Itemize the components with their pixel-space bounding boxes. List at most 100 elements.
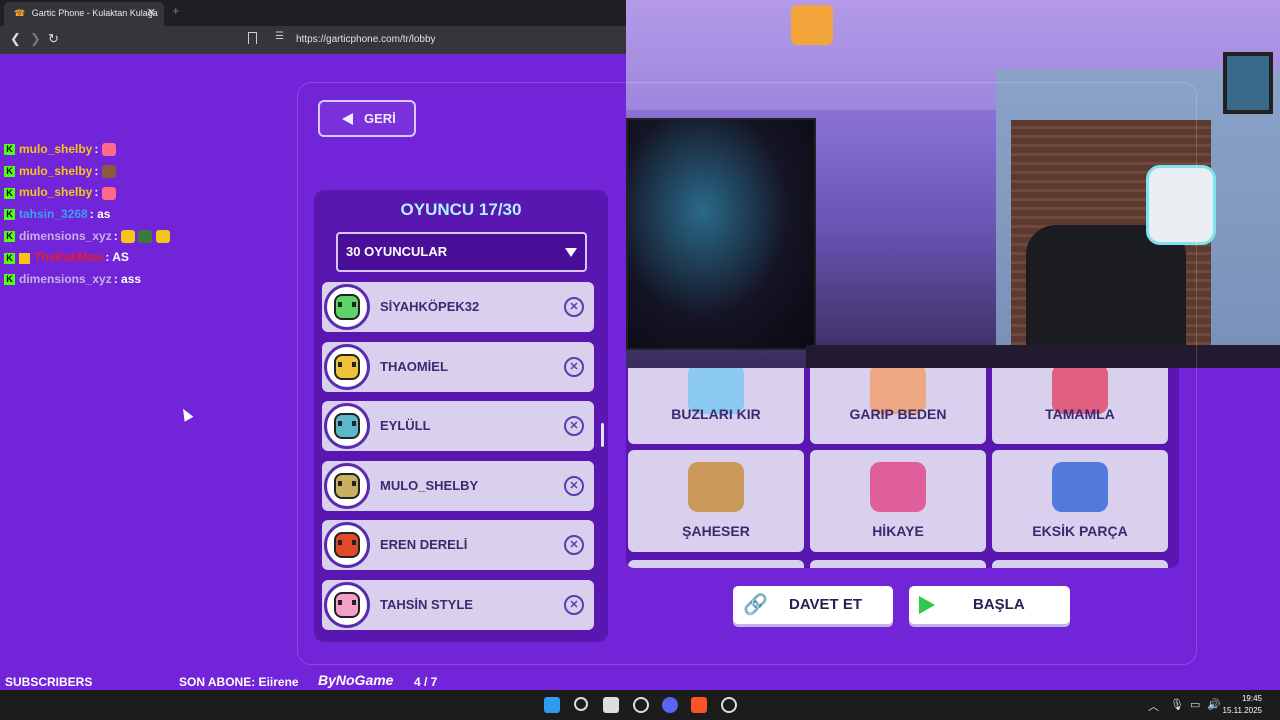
kick-badge-icon: K	[4, 209, 15, 221]
play-icon	[919, 596, 935, 614]
finger-emote-icon	[155, 230, 170, 244]
chat-username: dimensions_xyz	[19, 272, 112, 287]
remove-player-icon[interactable]: ✕	[564, 356, 584, 377]
mode-card-saheser[interactable]: ŞAHESER	[628, 450, 804, 552]
avatar-eyes-icon	[338, 480, 356, 486]
masterpiece-icon	[688, 462, 744, 512]
player-avatar	[324, 343, 370, 390]
mode-label: GARIP BEDEN	[849, 406, 947, 422]
avatar-face-icon	[334, 472, 360, 499]
player-row: THAOMİEL ✕	[322, 341, 594, 392]
tank-emote-icon	[138, 230, 153, 244]
reload-icon[interactable]: ↻	[48, 31, 59, 47]
chatgpt-icon[interactable]	[633, 697, 649, 713]
display-icon[interactable]: ▭	[1190, 698, 1200, 711]
chat-text: AS	[112, 250, 129, 265]
bynogame-logo: ByNoGame	[318, 672, 394, 688]
player-name: EYLÜLL	[380, 418, 431, 433]
browser-tab[interactable]: ☎ Gartic Phone - Kulaktan Kulağa ✕	[4, 2, 164, 26]
chat-separator: :	[94, 185, 99, 200]
players-limit-value: 30 OYUNCULAR	[346, 244, 448, 259]
new-tab-icon[interactable]: +	[172, 3, 180, 18]
mode-card-buzlari-kir[interactable]: BUZLARI KIR	[628, 368, 804, 444]
tab-title: Gartic Phone - Kulaktan Kulağa	[31, 8, 158, 18]
chat-separator: :	[113, 228, 118, 243]
kick-badge-icon: K	[4, 187, 15, 199]
mode-card-partial[interactable]	[628, 560, 804, 568]
tray-chevron-icon[interactable]: ︿	[1148, 698, 1159, 714]
discord-icon[interactable]	[662, 697, 678, 713]
game-modes-panel: BUZLARI KIR GARIP BEDEN TAMAMLA ŞAHESER …	[626, 368, 1179, 568]
mode-label: BUZLARI KIR	[671, 406, 761, 422]
mode-card-partial[interactable]	[992, 560, 1168, 568]
bookmark-icon[interactable]	[248, 32, 257, 44]
windows-start-icon[interactable]	[544, 697, 560, 713]
mode-label: ŞAHESER	[682, 523, 750, 539]
start-button[interactable]: BAŞLA	[909, 586, 1070, 624]
player-row: SİYAHKÖPEK32 ✕	[322, 282, 594, 332]
back-triangle-icon	[342, 113, 353, 125]
clock-date: 15.11.2025	[1222, 706, 1262, 715]
task-view-icon[interactable]	[603, 697, 619, 713]
start-label: BAŞLA	[973, 596, 1025, 613]
player-row: TAHSİN STYLE ✕	[322, 579, 594, 630]
player-list: SİYAHKÖPEK32 ✕ THAOMİEL ✕ EYLÜLL ✕ MULO_…	[322, 282, 600, 638]
steam-icon[interactable]	[721, 697, 737, 713]
chat-text: as	[97, 207, 111, 222]
player-list-scrollbar[interactable]	[601, 423, 604, 447]
search-icon[interactable]	[574, 697, 588, 711]
back-button[interactable]: GERİ	[318, 100, 416, 137]
last-subscriber: SON ABONE: Eiirene	[179, 675, 299, 689]
avatar-face-icon	[334, 591, 360, 618]
players-limit-select[interactable]: 30 OYUNCULAR	[336, 232, 587, 272]
chat-separator: :	[113, 272, 118, 287]
heart-emote-icon	[101, 186, 116, 200]
url-field[interactable]: https://garticphone.com/tr/lobby	[296, 34, 436, 45]
link-chain-icon: 🔗	[743, 594, 768, 616]
mode-card-eksik-parca[interactable]: EKSİK PARÇA	[992, 450, 1168, 552]
chat-message: Kdimensions_xyz:	[4, 229, 294, 251]
story-icon	[870, 462, 926, 512]
remove-player-icon[interactable]: ✕	[564, 297, 584, 317]
invite-label: DAVET ET	[789, 596, 863, 613]
player-name: THAOMİEL	[380, 358, 448, 374]
chat-message: Kmulo_shelby:	[4, 164, 294, 186]
kick-badge-icon: K	[4, 166, 15, 178]
mode-card-garip-beden[interactable]: GARIP BEDEN	[810, 368, 986, 444]
remove-player-icon[interactable]: ✕	[564, 535, 584, 555]
address-bar: ❮ ❯ ↻ ☰ https://garticphone.com/tr/lobby	[0, 26, 626, 54]
avatar-face-icon	[334, 353, 360, 380]
mode-card-partial[interactable]	[810, 560, 986, 568]
webcam-lamp	[791, 5, 833, 45]
mode-card-tamamla[interactable]: TAMAMLA	[992, 368, 1168, 444]
volume-icon[interactable]: 🔊	[1207, 698, 1221, 711]
chat-text: ass	[121, 272, 142, 287]
kick-badge-icon: K	[4, 144, 15, 156]
invite-button[interactable]: 🔗 DAVET ET	[733, 586, 893, 624]
remove-player-icon[interactable]: ✕	[564, 475, 584, 496]
chat-separator: :	[94, 142, 99, 156]
chat-username: mulo_shelby	[19, 163, 93, 178]
taskbar-clock[interactable]: 19:45 15.11.2025	[1222, 693, 1262, 717]
avatar-eyes-icon	[338, 599, 356, 605]
site-info-icon[interactable]: ☰	[275, 31, 284, 42]
forward-arrow-icon[interactable]: ❯	[30, 31, 41, 47]
mode-card-hikaye[interactable]: HİKAYE	[810, 450, 986, 552]
tab-close-icon[interactable]: ✕	[147, 2, 156, 24]
players-count-title: OYUNCU 17/30	[400, 200, 522, 219]
microphone-icon[interactable]: 🎙	[1170, 698, 1184, 711]
browser-tab-bar: ☎ Gartic Phone - Kulaktan Kulağa ✕ +	[0, 0, 626, 26]
remove-player-icon[interactable]: ✕	[564, 416, 584, 436]
subscribers-label: SUBSCRIBERS	[5, 675, 93, 689]
brave-browser-icon[interactable]	[691, 697, 707, 713]
avatar-eyes-icon	[338, 302, 356, 307]
avatar-face-icon	[334, 532, 360, 558]
player-avatar	[324, 581, 370, 628]
players-panel: OYUNCU 17/30 30 OYUNCULAR SİYAHKÖPEK32 ✕…	[314, 190, 608, 642]
mode-label: HİKAYE	[872, 523, 924, 539]
back-arrow-icon[interactable]: ❮	[10, 31, 21, 47]
player-name: SİYAHKÖPEK32	[380, 299, 480, 314]
remove-player-icon[interactable]: ✕	[564, 594, 584, 615]
stream-footer: SUBSCRIBERS SON ABONE: Eiirene ByNoGame …	[0, 672, 626, 690]
player-avatar	[324, 462, 370, 509]
